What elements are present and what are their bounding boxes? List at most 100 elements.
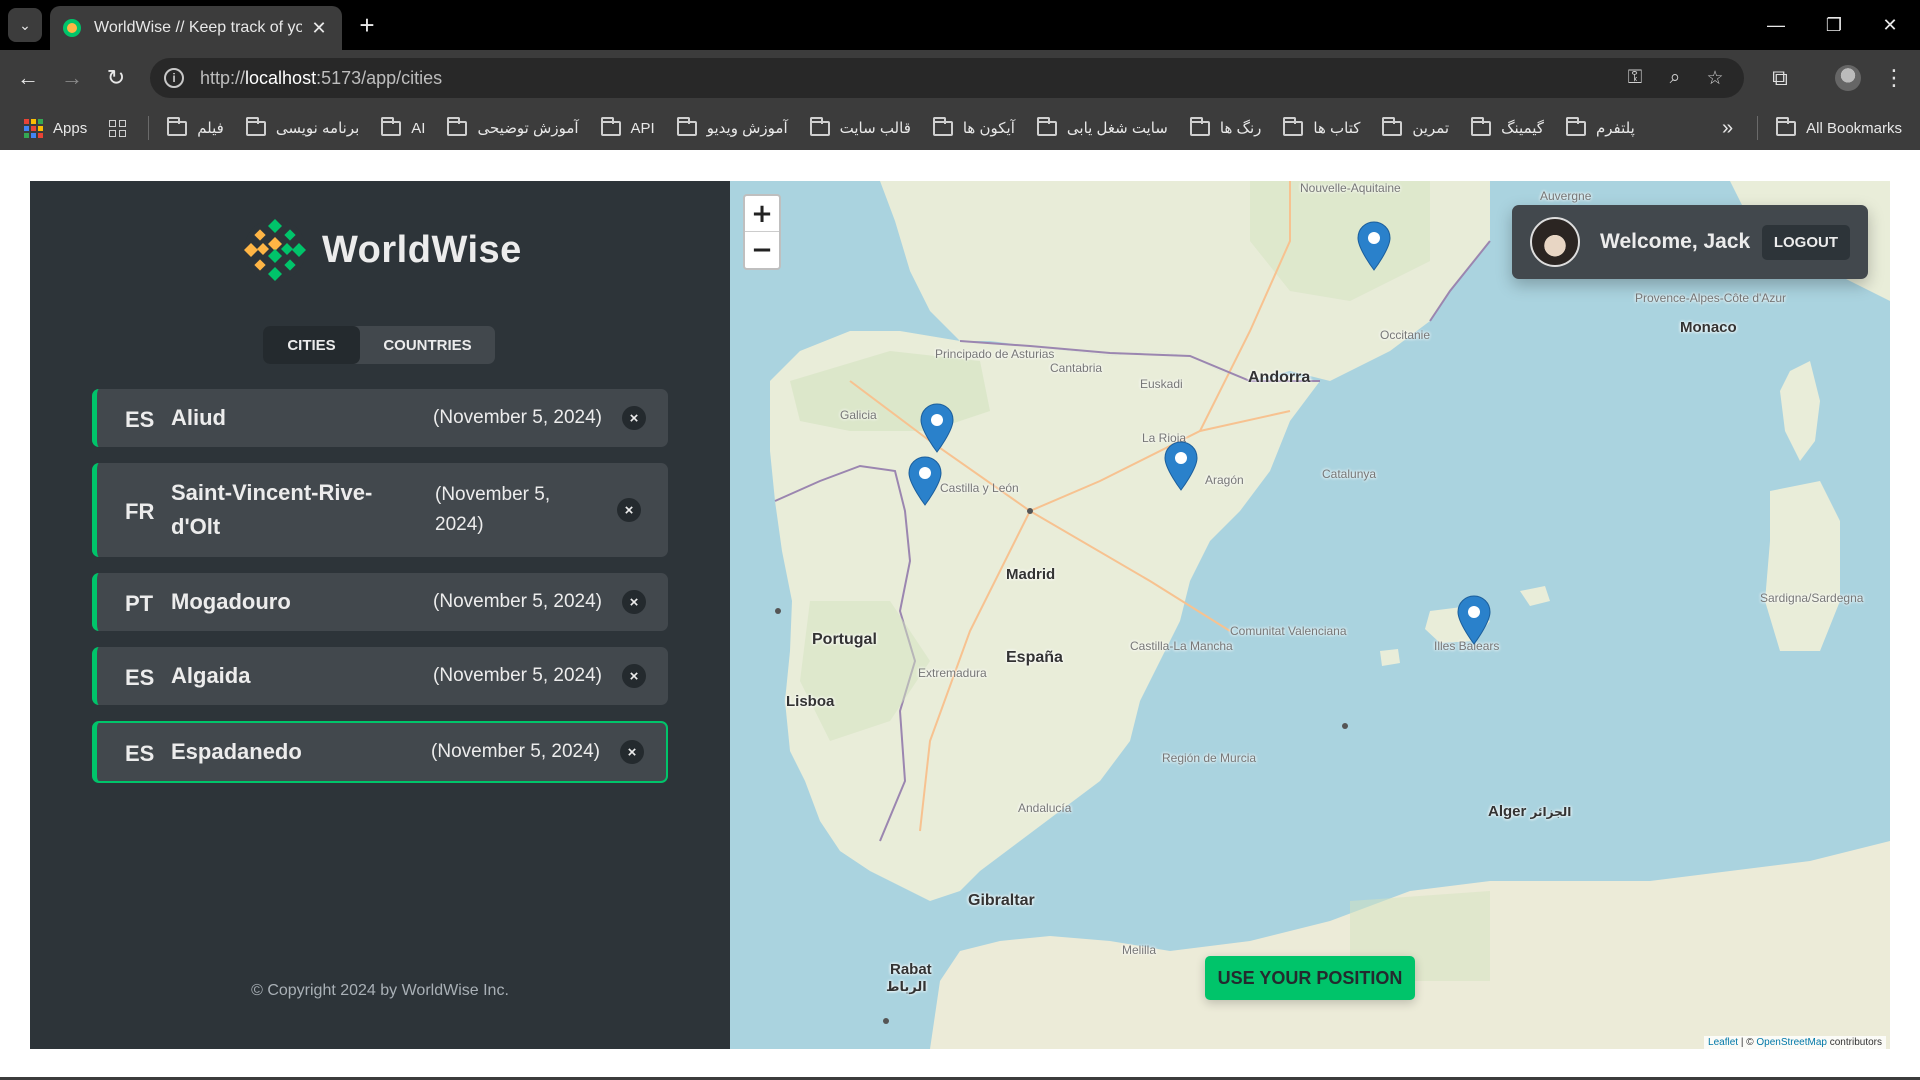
close-tab-icon[interactable]: ✕	[308, 17, 330, 39]
tab-search-button[interactable]: ⌄	[8, 8, 42, 42]
map-label-catalunya: Catalunya	[1322, 467, 1377, 481]
bookmark-folder[interactable]: سایت شغل یابی	[1036, 116, 1168, 137]
bookmark-folder[interactable]: برنامه نویسی	[245, 116, 359, 137]
tab-groups-icon[interactable]	[109, 119, 127, 137]
folder-icon	[1283, 116, 1304, 136]
bookmark-folder[interactable]: فیلم	[167, 116, 224, 137]
map-label-portugal: Portugal	[812, 631, 877, 648]
folder-icon	[600, 116, 621, 136]
browser-toolbar: ← → ↻ i http://localhost:5173/app/cities…	[0, 50, 1920, 106]
zoom-out-button[interactable]: −	[745, 232, 779, 268]
folder-icon	[676, 116, 697, 136]
city-date: (November 5, 2024)	[435, 484, 551, 535]
apps-grid-icon	[24, 118, 43, 138]
map-label-monaco: Monaco	[1680, 319, 1737, 336]
country-code: ES	[125, 741, 155, 766]
address-bar[interactable]: i http://localhost:5173/app/cities ⚿ ⌕ ☆	[150, 58, 1744, 98]
sidebar: WorldWise CITIES COUNTRIES ES Aliud (Nov…	[30, 181, 730, 1049]
delete-city-button[interactable]: ×	[622, 406, 646, 430]
app-logo[interactable]: WorldWise	[242, 217, 522, 283]
browser-menu-icon[interactable]: ⋮	[1876, 60, 1912, 96]
more-bookmarks-icon[interactable]: »	[1722, 117, 1733, 140]
osm-link[interactable]: OpenStreetMap	[1756, 1037, 1827, 1048]
new-tab-button[interactable]: +	[352, 10, 382, 40]
leaflet-link[interactable]: Leaflet	[1708, 1037, 1738, 1048]
city-item-active[interactable]: ES Espadanedo (November 5, 2024) ×	[92, 721, 668, 783]
folder-icon	[245, 116, 266, 136]
country-code: ES	[125, 407, 155, 432]
map-label-rabat: Rabat	[890, 961, 932, 978]
bookmark-folder[interactable]: تمرین	[1382, 116, 1449, 137]
minimize-icon[interactable]: —	[1748, 0, 1804, 50]
map-label-alger: Alger الجزائر	[1488, 803, 1572, 820]
reload-icon[interactable]: ↻	[98, 60, 134, 96]
map-label-lisboa: Lisboa	[786, 693, 835, 710]
city-date: (November 5, 2024)	[431, 741, 600, 762]
zoom-icon[interactable]: ⌕	[1660, 63, 1690, 93]
map-label-provence: Provence-Alpes-Côte d'Azur	[1635, 291, 1787, 305]
city-item[interactable]: ES Aliud (November 5, 2024) ×	[92, 389, 668, 447]
map[interactable]: Andorra Monaco Madrid España Portugal Li…	[730, 181, 1890, 1049]
forward-arrow-icon[interactable]: →	[54, 60, 90, 96]
tab-cities[interactable]: CITIES	[263, 326, 360, 364]
map-label-galicia: Galicia	[840, 408, 877, 422]
folder-icon	[167, 116, 188, 136]
city-name: Saint-Vincent-Rive-d'Olt	[171, 480, 373, 539]
map-tiles[interactable]	[730, 181, 1890, 1049]
map-marker-icon[interactable]	[1164, 441, 1198, 491]
zoom-in-button[interactable]: +	[745, 196, 779, 232]
delete-city-button[interactable]: ×	[622, 664, 646, 688]
bookmark-folder[interactable]: آموزش ویدیو	[676, 116, 788, 137]
chevron-down-icon: ⌄	[19, 16, 31, 33]
restore-icon[interactable]: ❐	[1806, 0, 1862, 50]
map-label-espana: España	[1006, 649, 1063, 666]
tab-countries[interactable]: COUNTRIES	[360, 326, 495, 364]
map-marker-icon[interactable]	[1457, 595, 1491, 645]
folder-icon	[932, 116, 953, 136]
map-marker-icon[interactable]	[920, 403, 954, 453]
map-label-cantabria: Cantabria	[1050, 361, 1103, 375]
map-marker-icon[interactable]	[1357, 221, 1391, 271]
city-list: ES Aliud (November 5, 2024) × FR Saint-V…	[92, 389, 668, 799]
city-item[interactable]: PT Mogadouro (November 5, 2024) ×	[92, 573, 668, 631]
folder-icon	[809, 116, 830, 136]
bookmark-apps[interactable]: Apps	[24, 118, 87, 138]
city-item[interactable]: FR Saint-Vincent-Rive-d'Olt (November 5,…	[92, 463, 668, 557]
use-your-position-button[interactable]: USE YOUR POSITION	[1205, 956, 1415, 1000]
bookmark-star-icon[interactable]: ☆	[1700, 63, 1730, 93]
bookmark-folder[interactable]: پلتفرم	[1565, 116, 1635, 137]
map-label-andorra: Andorra	[1248, 369, 1311, 386]
delete-city-button[interactable]: ×	[617, 498, 641, 522]
bookmark-folder[interactable]: گیمینگ	[1471, 116, 1544, 137]
map-label-gibraltar: Gibraltar	[968, 892, 1035, 909]
bookmark-folder[interactable]: AI	[381, 116, 425, 137]
bookmark-folder[interactable]: رنگ ها	[1189, 116, 1261, 137]
city-item[interactable]: ES Algaida (November 5, 2024) ×	[92, 647, 668, 705]
site-info-icon[interactable]: i	[164, 68, 184, 88]
close-window-icon[interactable]: ✕	[1862, 0, 1918, 50]
delete-city-button[interactable]: ×	[622, 590, 646, 614]
logout-button[interactable]: LOGOUT	[1761, 224, 1850, 260]
all-bookmarks-folder[interactable]: All Bookmarks	[1776, 116, 1902, 137]
folder-icon	[1776, 116, 1797, 136]
bookmarks-bar: Apps فیلم برنامه نویسی AI آموزش توضیحی API آمو…	[0, 106, 1920, 150]
browser-tab-active[interactable]: WorldWise // Keep track of you ✕	[50, 6, 342, 50]
back-arrow-icon[interactable]: ←	[10, 60, 46, 96]
map-label-asturias: Principado de Asturias	[935, 347, 1055, 361]
map-label-aragon: Aragón	[1205, 473, 1244, 487]
city-name: Mogadouro	[171, 589, 291, 614]
map-label-andalucia: Andalucía	[1018, 801, 1072, 815]
password-key-icon[interactable]: ⚿	[1620, 63, 1650, 93]
profile-avatar[interactable]	[1830, 60, 1866, 96]
city-name: Algaida	[171, 663, 251, 688]
bookmark-folder[interactable]: کتاب ها	[1283, 116, 1360, 137]
folder-icon	[447, 116, 468, 136]
bookmark-folder[interactable]: آیکون ها	[932, 116, 1015, 137]
bookmark-folder[interactable]: API	[600, 116, 655, 137]
bookmark-folder[interactable]: آموزش توضیحی	[447, 116, 579, 137]
extensions-puzzle-icon[interactable]: ⧉	[1762, 60, 1798, 96]
map-marker-icon[interactable]	[908, 456, 942, 506]
bookmark-folder[interactable]: قالب سایت	[809, 116, 911, 137]
delete-city-button[interactable]: ×	[620, 740, 644, 764]
country-code: FR	[125, 499, 155, 524]
